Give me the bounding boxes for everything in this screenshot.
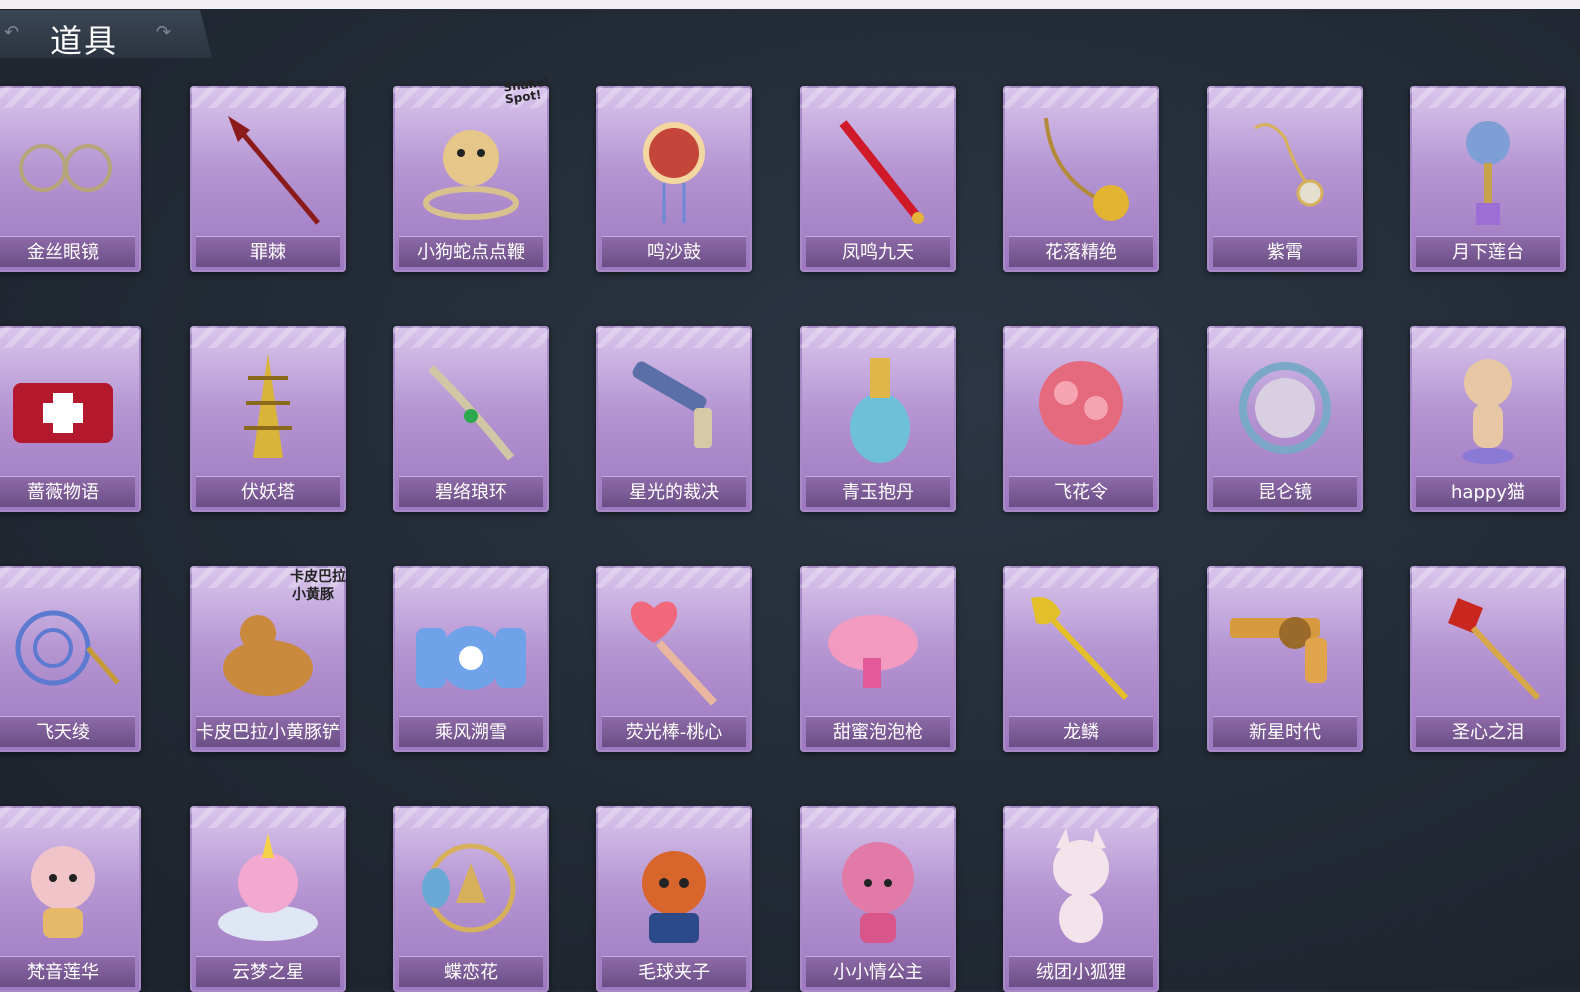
princess-icon: [842, 842, 914, 943]
item-card[interactable]: 星光的裁决: [596, 326, 752, 512]
item-name: 昆仑镜: [1258, 482, 1312, 503]
snow-lantern-icon: [416, 626, 526, 690]
top-strip: [0, 0, 1580, 9]
item-name: 龙鳞: [1063, 722, 1099, 743]
vase-icon: [850, 358, 910, 463]
item-name: 荧光棒-桃心: [625, 722, 723, 743]
mirror-icon: [1239, 362, 1331, 454]
item-name: 金丝眼镜: [27, 242, 99, 263]
pendant-icon: [1254, 123, 1324, 207]
item-card[interactable]: 乘风溯雪: [393, 566, 549, 752]
item-name: 罪棘: [250, 242, 286, 263]
forward-arrow-icon[interactable]: ↷: [156, 22, 171, 43]
item-name: 碧络琅环: [435, 482, 507, 503]
flower-ball-icon: [1039, 361, 1123, 445]
item-card[interactable]: 绒团小狐狸: [1003, 806, 1159, 992]
item-card[interactable]: 小小情公主: [800, 806, 956, 992]
pagoda-icon: [244, 353, 292, 458]
item-card[interactable]: 昆仑镜: [1207, 326, 1363, 512]
capybara-badge-line1: 卡皮巴拉: [290, 569, 346, 585]
page-title: 道具: [50, 22, 119, 60]
item-name: happy猫: [1451, 482, 1525, 503]
unicorn-icon: [218, 833, 318, 941]
item-card[interactable]: 罪棘: [190, 86, 346, 272]
bubble-gun-icon: [828, 615, 918, 688]
item-card[interactable]: 圣心之泪: [1410, 566, 1566, 752]
item-name: 绒团小狐狸: [1036, 962, 1126, 983]
item-card[interactable]: 月下莲台: [1410, 86, 1566, 272]
pistol-icon: [632, 361, 712, 448]
back-arrow-icon[interactable]: ↶: [4, 22, 19, 43]
medkit-icon: [13, 383, 113, 443]
item-card[interactable]: 毛球夹子: [596, 806, 752, 992]
cat-icon: [1462, 359, 1514, 464]
item-card[interactable]: 花落精绝: [1003, 86, 1159, 272]
item-name: 紫霄: [1267, 242, 1303, 263]
item-name: 凤鸣九天: [842, 242, 914, 263]
item-card[interactable]: 金丝眼镜: [0, 86, 141, 272]
item-name: 小小情公主: [833, 962, 923, 983]
doll-icon: [31, 846, 95, 938]
item-name: 甜蜜泡泡枪: [833, 722, 923, 743]
item-name: 蔷薇物语: [27, 482, 99, 503]
item-card[interactable]: 凤鸣九天: [800, 86, 956, 272]
snake-badge: Snake! Spot!: [502, 74, 551, 107]
item-name: 青玉抱丹: [842, 482, 914, 503]
item-card[interactable]: 蔷薇物语: [0, 326, 141, 512]
item-name: 新星时代: [1249, 722, 1321, 743]
drum-icon: [643, 122, 705, 223]
item-name: 飞天绫: [36, 722, 90, 743]
item-name: 花落精绝: [1045, 242, 1117, 263]
red-panda-icon: [642, 851, 706, 943]
shovel-icon: [1031, 597, 1129, 701]
item-card[interactable]: 新星时代: [1207, 566, 1363, 752]
item-name: 梵音莲华: [27, 962, 99, 983]
item-card[interactable]: 小狗蛇点点鞭: [393, 86, 549, 272]
item-card[interactable]: 荧光棒-桃心: [596, 566, 752, 752]
jade-blade-icon: [428, 365, 515, 461]
item-card[interactable]: 龙鳞: [1003, 566, 1159, 752]
item-name: 毛球夹子: [638, 962, 710, 983]
ribbon-icon: [15, 610, 120, 686]
gem-scepter-icon: [1448, 598, 1541, 701]
red-sword-icon: [839, 120, 924, 224]
item-card[interactable]: 云梦之星: [190, 806, 346, 992]
fox-icon: [1053, 828, 1109, 943]
revolver-icon: [1230, 617, 1327, 683]
item-card[interactable]: 鸣沙鼓: [596, 86, 752, 272]
butterfly-bell-icon: [422, 843, 516, 933]
item-name: 蝶恋花: [444, 962, 498, 983]
item-name: 飞花令: [1054, 482, 1108, 503]
item-name: 云梦之星: [232, 962, 304, 983]
item-card[interactable]: 紫霄: [1207, 86, 1363, 272]
item-card[interactable]: 甜蜜泡泡枪: [800, 566, 956, 752]
item-card[interactable]: 飞花令: [1003, 326, 1159, 512]
item-name: 月下莲台: [1452, 242, 1524, 263]
header-bar: ↶ 道具 ↷: [0, 10, 212, 60]
glasses-icon: [19, 144, 112, 192]
item-name: 星光的裁决: [629, 482, 719, 503]
spear-icon: [228, 116, 320, 225]
item-card[interactable]: 飞天绫: [0, 566, 141, 752]
snake-whip-icon: [423, 130, 519, 220]
item-card[interactable]: 梵音莲华: [0, 806, 141, 992]
item-name: 卡皮巴拉小黄豚铲: [196, 722, 340, 743]
item-name: 伏妖塔: [241, 482, 295, 503]
lotus-scepter-icon: [1466, 121, 1510, 225]
item-name: 鸣沙鼓: [647, 242, 701, 263]
item-card[interactable]: 伏妖塔: [190, 326, 346, 512]
item-card[interactable]: happy猫: [1410, 326, 1566, 512]
item-name: 小狗蛇点点鞭: [417, 242, 525, 263]
item-name: 圣心之泪: [1452, 722, 1524, 743]
item-name: 乘风溯雪: [435, 722, 507, 743]
capybara-badge-line2: 小黄豚: [292, 587, 334, 603]
flower-chain-icon: [1044, 117, 1129, 221]
item-card[interactable]: 蝶恋花: [393, 806, 549, 992]
item-card[interactable]: 青玉抱丹: [800, 326, 956, 512]
capybara-icon: [223, 615, 313, 696]
heart-wand-icon: [630, 601, 717, 706]
item-card[interactable]: 碧络琅环: [393, 326, 549, 512]
